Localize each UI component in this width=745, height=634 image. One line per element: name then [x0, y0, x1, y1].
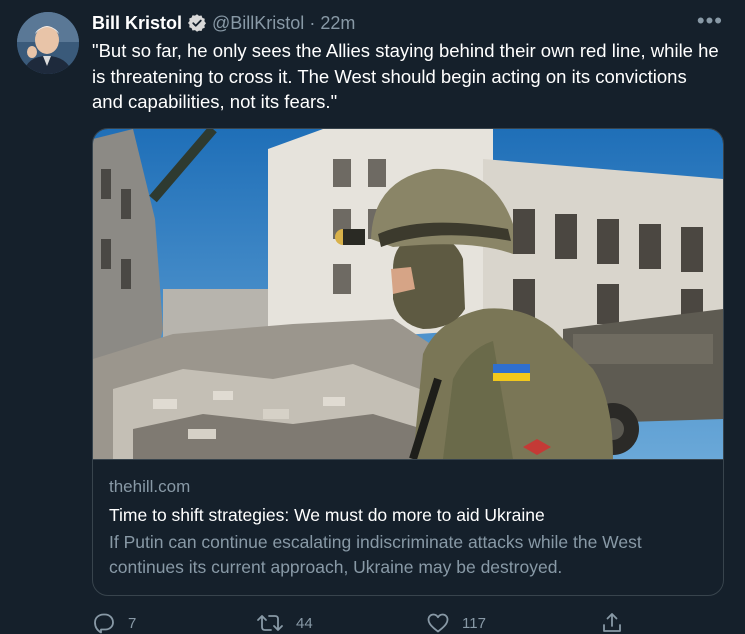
tweet-text: "But so far, he only sees the Allies sta… [92, 40, 719, 112]
tweet-header: Bill Kristol @BillKristol · 22m [92, 10, 355, 36]
timestamp[interactable]: 22m [320, 13, 355, 34]
verified-badge-icon [187, 13, 207, 33]
card-description: If Putin can continue escalating indiscr… [109, 532, 642, 577]
reply-icon [94, 613, 114, 634]
display-name[interactable]: Bill Kristol [92, 13, 182, 34]
avatar[interactable] [17, 12, 79, 74]
like-button[interactable]: 117 [426, 611, 486, 634]
action-bar: 7 44 117 [92, 611, 632, 634]
share-icon [603, 613, 621, 632]
user-handle[interactable]: @BillKristol [212, 13, 304, 34]
retweet-button[interactable]: 44 [256, 611, 313, 634]
more-horizontal-icon[interactable]: ••• [697, 8, 723, 34]
reply-button[interactable]: 7 [92, 611, 136, 634]
card-title: Time to shift strategies: We must do mor… [109, 505, 545, 525]
tweet[interactable]: Bill Kristol @BillKristol · 22m ••• "But… [0, 0, 745, 634]
avatar-image [17, 12, 79, 74]
retweet-count: 44 [296, 614, 313, 632]
card-domain: thehill.com [109, 477, 191, 496]
news-photo-soldier-icon [93, 129, 723, 460]
reply-count: 7 [128, 614, 137, 632]
retweet-icon [257, 615, 283, 631]
share-button[interactable] [600, 611, 636, 634]
heart-icon [427, 613, 449, 633]
like-count: 117 [462, 614, 486, 632]
link-card[interactable]: thehill.com Time to shift strategies: We… [92, 128, 724, 596]
separator-dot: · [309, 12, 316, 33]
